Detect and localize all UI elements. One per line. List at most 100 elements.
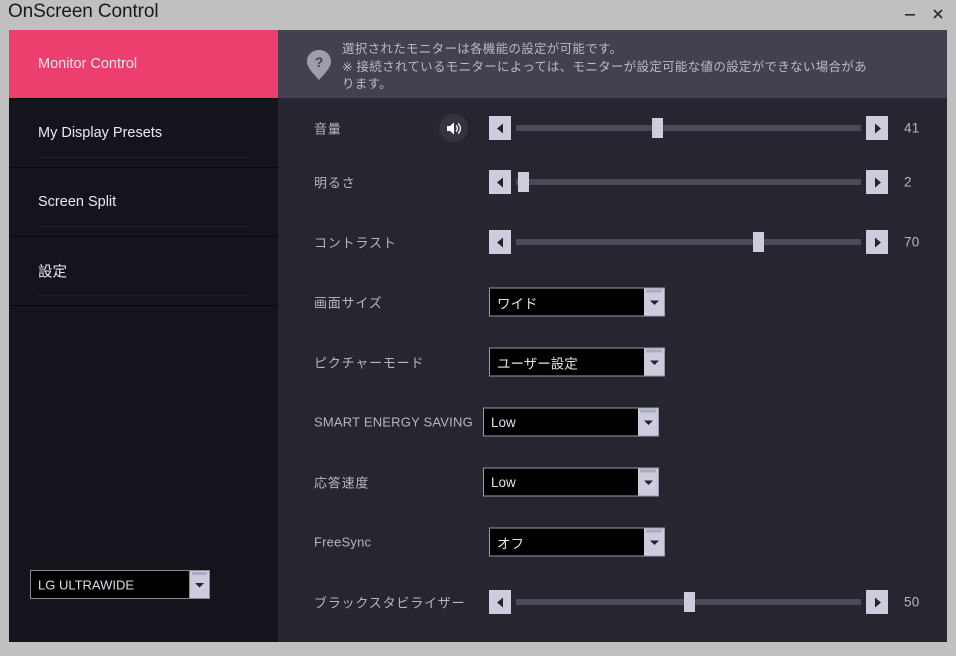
controls-list: 音量 41 明るさ 2 コントラスト 70 画面サイズ ワイド ピクチャーモード… [278,98,947,642]
sidebar-divider [9,305,278,306]
triangle-right-glyph [874,597,881,607]
help-text-line-1: 選択されたモニターは各機能の設定が可能です。 [342,42,623,56]
volume-slider[interactable] [489,116,888,140]
triangle-left-glyph [496,123,503,133]
slider-track[interactable] [516,592,861,612]
slider-thumb[interactable] [683,592,695,612]
triangle-right-icon[interactable] [866,170,888,194]
triangle-right-icon[interactable] [866,116,888,140]
sidebar-item-label: Screen Split [38,194,117,210]
chevron-down-icon[interactable] [189,571,209,598]
title-bar: OnScreen Control [0,0,956,30]
control-row-screen-size: 画面サイズ ワイド [278,272,947,332]
control-label: 明るさ [314,175,356,191]
control-row-smart-energy-saving: SMART ENERGY SAVING Low [278,392,947,452]
chevron-down-glyph [643,420,653,425]
sidebar-item-monitor-control[interactable]: Monitor Control [9,30,278,98]
triangle-right-glyph [874,177,881,187]
freesync-dropdown[interactable]: オフ [489,527,665,557]
screen-size-dropdown[interactable]: ワイド [489,287,665,317]
triangle-left-glyph [496,597,503,607]
chevron-down-icon[interactable] [644,348,664,376]
triangle-left-glyph [496,177,503,187]
dropdown-value: オフ [497,536,524,551]
chevron-down-icon[interactable] [644,528,664,556]
slider-thumb[interactable] [517,172,529,192]
window-client-area: Monitor Control My Display Presets Scree… [9,30,947,642]
chevron-down-icon[interactable] [638,468,658,496]
slider-track[interactable] [516,118,861,138]
onscreen-control-window: OnScreen Control Monitor Control My Disp… [0,0,956,656]
control-value: 70 [904,234,920,250]
sidebar-item-underline [38,226,249,227]
slider-thumb[interactable] [752,232,764,252]
minimize-icon [905,14,915,16]
chevron-down-icon[interactable] [644,288,664,316]
control-label: ブラックスタビライザー [314,595,466,611]
control-label: ピクチャーモード [314,355,425,371]
slider-track[interactable] [516,232,861,252]
monitor-select-value: LG ULTRAWIDE [38,577,135,592]
control-label: SMART ENERGY SAVING [314,414,473,430]
sidebar: Monitor Control My Display Presets Scree… [9,30,278,642]
control-label: 音量 [314,121,342,137]
sidebar-item-underline [38,157,249,158]
contrast-slider[interactable] [489,230,888,254]
help-text: 選択されたモニターは各機能の設定が可能です。 ※ 接続されているモニターによって… [342,41,932,94]
chevron-down-glyph [649,300,659,305]
black-stabilizer-slider[interactable] [489,590,888,614]
triangle-right-icon[interactable] [866,590,888,614]
window-title: OnScreen Control [8,1,159,22]
sidebar-item-underline [38,295,249,296]
help-text-line-3: ります。 [342,77,392,91]
slider-track[interactable] [516,172,861,192]
control-row-freesync: FreeSync オフ [278,512,947,572]
minimize-button[interactable] [896,0,924,28]
close-button[interactable] [924,0,952,28]
dropdown-value: ワイド [497,296,538,311]
sidebar-item-label: Monitor Control [38,56,138,72]
triangle-right-icon[interactable] [866,230,888,254]
smart-energy-saving-dropdown[interactable]: Low [483,407,659,437]
speaker-volume-icon[interactable] [439,113,468,143]
control-value: 50 [904,594,920,610]
sidebar-item-label: My Display Presets [38,125,163,141]
sidebar-item-settings[interactable]: 設定 [9,237,278,305]
question-mark-glyph: ? [307,50,331,80]
dropdown-value: ユーザー設定 [497,356,578,371]
control-label: 応答速度 [314,475,370,491]
chevron-down-icon[interactable] [638,408,658,436]
triangle-left-icon[interactable] [489,116,511,140]
slider-thumb[interactable] [652,118,664,138]
control-row-picture-mode: ピクチャーモード ユーザー設定 [278,332,947,392]
picture-mode-dropdown[interactable]: ユーザー設定 [489,347,665,377]
triangle-left-icon[interactable] [489,170,511,194]
chevron-down-glyph [643,480,653,485]
triangle-left-glyph [496,237,503,247]
sidebar-item-screen-split[interactable]: Screen Split [9,168,278,236]
control-label: 画面サイズ [314,295,383,311]
control-row-contrast: コントラスト 70 [278,212,947,272]
control-row-black-stabilizer: ブラックスタビライザー 50 [278,572,947,632]
main-panel: ? 選択されたモニターは各機能の設定が可能です。 ※ 接続されているモニターによ… [278,30,947,642]
chevron-down-glyph [649,540,659,545]
triangle-left-icon[interactable] [489,590,511,614]
triangle-right-glyph [874,237,881,247]
close-icon [933,9,943,19]
dropdown-value: Low [491,414,516,430]
chevron-down-glyph [649,360,659,365]
control-row-volume: 音量 41 [278,98,947,158]
triangle-right-glyph [874,123,881,133]
response-time-dropdown[interactable]: Low [483,467,659,497]
control-row-response-time: 応答速度 Low [278,452,947,512]
control-label: コントラスト [314,235,397,251]
sidebar-item-my-display-presets[interactable]: My Display Presets [9,99,278,167]
speaker-glyph [446,122,461,134]
question-mark-icon: ? [304,48,334,82]
control-value: 41 [904,120,920,136]
control-row-brightness: 明るさ 2 [278,152,947,212]
triangle-left-icon[interactable] [489,230,511,254]
brightness-slider[interactable] [489,170,888,194]
help-bar: ? 選択されたモニターは各機能の設定が可能です。 ※ 接続されているモニターによ… [278,30,947,98]
monitor-select-dropdown[interactable]: LG ULTRAWIDE [30,570,210,599]
